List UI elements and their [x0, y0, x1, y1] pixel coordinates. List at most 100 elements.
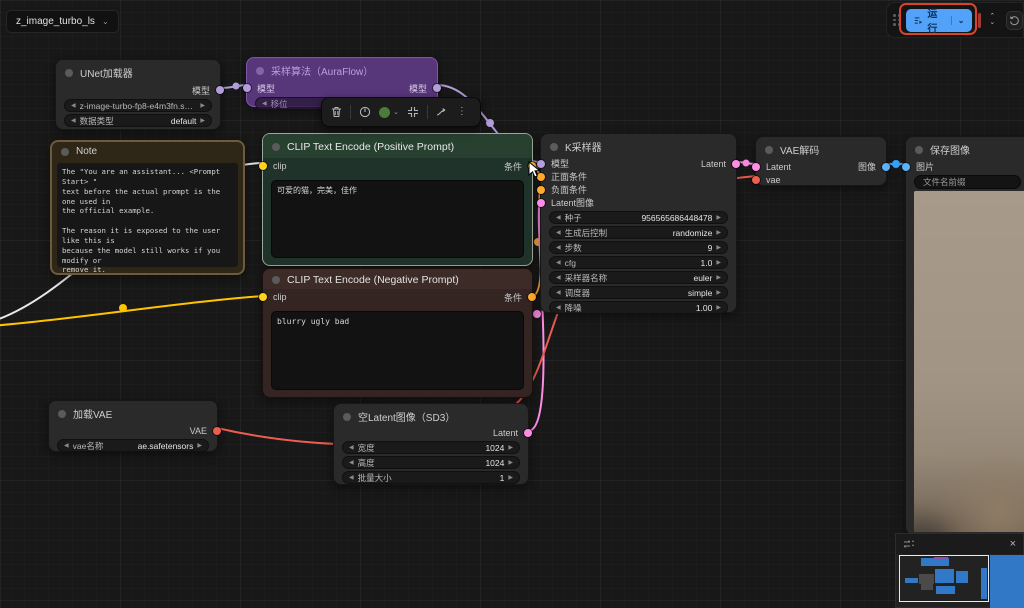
node-unet-loader[interactable]: UNet加载器 模型 ◀ z-image-turbo-fp8-e4m3fn.sa…: [55, 59, 221, 130]
image-input-port[interactable]: [902, 163, 910, 171]
widget-left-arrow-icon[interactable]: ◀: [556, 290, 561, 296]
clip-input-port[interactable]: [259, 162, 267, 170]
negative-prompt-textarea[interactable]: blurry ugly bad: [271, 311, 524, 390]
node-empty-latent[interactable]: 空Latent图像（SD3） Latent ◀ 宽度 1024 ▶ ◀ 高度 1…: [333, 403, 529, 485]
drag-handle-icon[interactable]: [893, 14, 901, 26]
widget-right-arrow-icon[interactable]: ▶: [508, 460, 513, 466]
control-after-generate-widget[interactable]: ◀ 生成后控制 randomize ▶: [549, 226, 728, 239]
unet-name-widget[interactable]: ◀ z-image-turbo-fp8-e4m3fn.safete ... ▶: [64, 99, 212, 112]
node-clip-positive[interactable]: CLIP Text Encode (Positive Prompt) clip …: [262, 133, 533, 266]
widget-left-arrow-icon[interactable]: ◀: [71, 103, 76, 109]
collapse-dot-icon[interactable]: [256, 67, 264, 75]
more-menu-icon[interactable]: ⋮: [457, 107, 467, 117]
model-output-port[interactable]: [433, 84, 441, 92]
latent-input-port[interactable]: [537, 199, 545, 207]
note-text[interactable]: The "You are an assistant... <Prompt Sta…: [57, 163, 238, 267]
conditioning-output-port[interactable]: [528, 162, 536, 170]
delete-icon[interactable]: [331, 106, 342, 118]
collapse-dot-icon[interactable]: [272, 276, 280, 284]
workflow-tab[interactable]: z_image_turbo_ls ⌄: [6, 10, 119, 33]
steps-widget[interactable]: ◀ 步数 9 ▶: [549, 241, 728, 254]
minimap-panel[interactable]: ×: [895, 533, 1024, 608]
widget-right-arrow-icon[interactable]: ▶: [716, 215, 721, 221]
latent-output-port[interactable]: [524, 429, 532, 437]
collapse-dot-icon[interactable]: [61, 148, 69, 156]
run-button[interactable]: 运行 ⌄: [906, 9, 972, 32]
widget-left-arrow-icon[interactable]: ◀: [556, 215, 561, 221]
positive-input-port[interactable]: [537, 173, 545, 181]
batch-size-widget[interactable]: ◀ 批量大小 1 ▶: [342, 471, 520, 484]
widget-right-arrow-icon[interactable]: ▶: [716, 305, 721, 311]
conditioning-output-port[interactable]: [528, 293, 536, 301]
seed-widget[interactable]: ◀ 种子 956565686448478 ▶: [549, 211, 728, 224]
vae-input-port[interactable]: [752, 176, 760, 184]
widget-right-arrow-icon[interactable]: ▶: [716, 245, 721, 251]
widget-right-arrow-icon[interactable]: ▶: [200, 103, 205, 109]
minimap-canvas[interactable]: [896, 554, 1023, 607]
node-ksampler[interactable]: K采样器 模型 Latent 正面条件 负面条件 Latent图像 ◀ 种子 9…: [540, 133, 737, 313]
vae-name-widget[interactable]: ◀ vae名称 ae.safetensors ▶: [57, 439, 209, 452]
batch-count-stepper[interactable]: ⌃ ⌄: [984, 8, 1000, 32]
node-aura-header[interactable]: 采样算法（AuraFlow）: [247, 58, 437, 81]
model-input-port[interactable]: [243, 84, 251, 92]
collapse-dot-icon[interactable]: [65, 69, 73, 77]
collapse-dot-icon[interactable]: [550, 143, 558, 151]
node-ksampler-header[interactable]: K采样器: [541, 134, 736, 157]
collapse-dot-icon[interactable]: [915, 146, 923, 154]
node-negative-header[interactable]: CLIP Text Encode (Negative Prompt): [263, 269, 532, 289]
unet-dtype-widget[interactable]: ◀ 数据类型 default ▶: [64, 114, 212, 127]
node-vae-decode[interactable]: VAE解码 Latent 图像 vae: [755, 136, 887, 186]
collapse-dot-icon[interactable]: [58, 410, 66, 418]
image-preview[interactable]: [914, 191, 1024, 532]
widget-right-arrow-icon[interactable]: ▶: [716, 230, 721, 236]
width-widget[interactable]: ◀ 宽度 1024 ▶: [342, 441, 520, 454]
denoise-widget[interactable]: ◀ 降噪 1.00 ▶: [549, 301, 728, 314]
widget-right-arrow-icon[interactable]: ▶: [716, 290, 721, 296]
widget-left-arrow-icon[interactable]: ◀: [262, 101, 267, 107]
workflow-icon[interactable]: [903, 539, 915, 549]
node-save-image[interactable]: 保存图像 图片 文件名前缀: [905, 136, 1024, 535]
widget-left-arrow-icon[interactable]: ◀: [556, 305, 561, 311]
vae-output-port[interactable]: [213, 427, 221, 435]
sampler-name-widget[interactable]: ◀ 采样器名称 euler ▶: [549, 271, 728, 284]
model-input-port[interactable]: [537, 160, 545, 168]
latent-input-port[interactable]: [752, 163, 760, 171]
reroute-icon[interactable]: [436, 107, 449, 118]
node-load-vae[interactable]: 加载VAE VAE ◀ vae名称 ae.safetensors ▶: [48, 400, 218, 452]
node-unet-header[interactable]: UNet加载器: [56, 60, 220, 83]
widget-right-arrow-icon[interactable]: ▶: [197, 443, 202, 449]
positive-prompt-textarea[interactable]: 可爱的猫，完美，佳作: [271, 180, 524, 258]
clip-input-port[interactable]: [259, 293, 267, 301]
negative-input-port[interactable]: [537, 186, 545, 194]
node-color-picker[interactable]: ⌄: [379, 107, 399, 118]
filename-prefix-input[interactable]: 文件名前缀: [914, 175, 1021, 189]
image-output-port[interactable]: [882, 163, 890, 171]
node-emptylatent-header[interactable]: 空Latent图像（SD3）: [334, 404, 528, 427]
cfg-widget[interactable]: ◀ cfg 1.0 ▶: [549, 256, 728, 269]
widget-left-arrow-icon[interactable]: ◀: [556, 230, 561, 236]
node-loadvae-header[interactable]: 加载VAE: [49, 401, 217, 424]
close-icon[interactable]: ×: [1010, 538, 1016, 550]
widget-right-arrow-icon[interactable]: ▶: [200, 118, 205, 124]
widget-right-arrow-icon[interactable]: ▶: [508, 475, 513, 481]
widget-left-arrow-icon[interactable]: ◀: [349, 445, 354, 451]
latent-output-port[interactable]: [732, 160, 740, 168]
widget-left-arrow-icon[interactable]: ◀: [556, 275, 561, 281]
widget-left-arrow-icon[interactable]: ◀: [556, 245, 561, 251]
model-output-port[interactable]: [216, 86, 224, 94]
widget-left-arrow-icon[interactable]: ◀: [349, 460, 354, 466]
node-note[interactable]: Note The "You are an assistant... <Promp…: [50, 140, 245, 275]
node-vaedecode-header[interactable]: VAE解码: [756, 137, 886, 160]
node-clip-negative[interactable]: CLIP Text Encode (Negative Prompt) clip …: [262, 268, 533, 398]
bypass-icon[interactable]: [359, 106, 371, 118]
scheduler-widget[interactable]: ◀ 调度器 simple ▶: [549, 286, 728, 299]
widget-right-arrow-icon[interactable]: ▶: [716, 275, 721, 281]
widget-left-arrow-icon[interactable]: ◀: [349, 475, 354, 481]
run-options-chevron-icon[interactable]: ⌄: [951, 16, 965, 25]
chevron-down-icon[interactable]: ⌄: [989, 20, 995, 26]
collapse-dot-icon[interactable]: [765, 146, 773, 154]
collapse-dot-icon[interactable]: [272, 143, 280, 151]
widget-left-arrow-icon[interactable]: ◀: [71, 118, 76, 124]
node-positive-header[interactable]: CLIP Text Encode (Positive Prompt): [263, 134, 532, 158]
widget-right-arrow-icon[interactable]: ▶: [716, 260, 721, 266]
